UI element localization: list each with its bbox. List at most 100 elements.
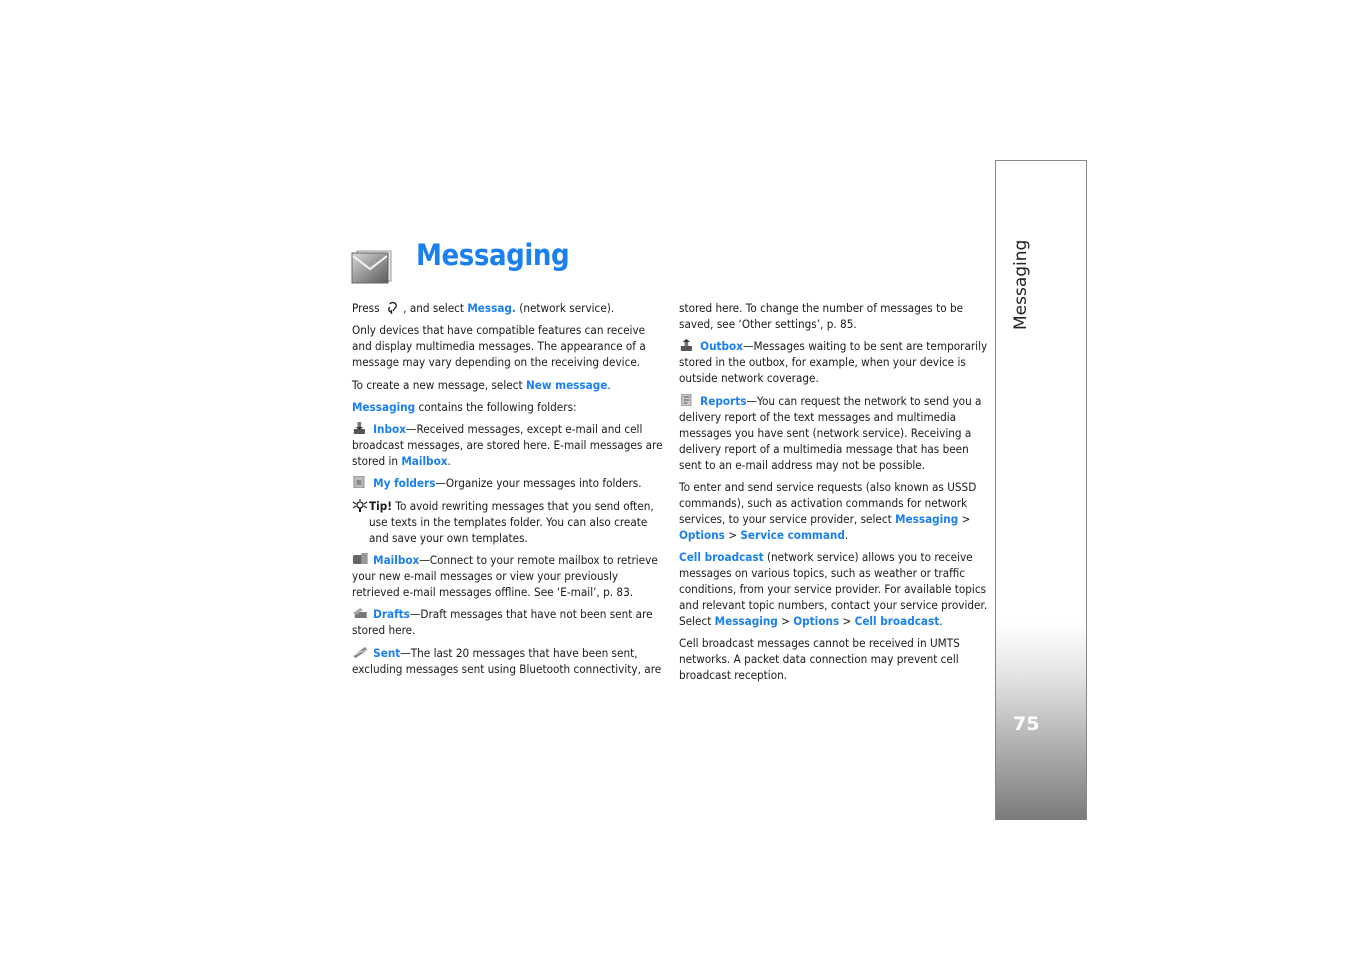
text: To create a new message, select — [352, 377, 523, 392]
press-paragraph: Press , and select Messag. (network serv… — [352, 300, 682, 316]
chapter-label: Messaging — [1011, 239, 1031, 330]
link-messaging-service[interactable]: Messaging — [895, 512, 958, 526]
text: stored in — [352, 454, 399, 469]
menu-key-icon — [387, 301, 397, 314]
chapter-side-tab — [995, 160, 1087, 820]
link-my-folders[interactable]: My folders — [373, 476, 435, 490]
link-reports[interactable]: Reports — [700, 394, 746, 408]
create-paragraph: To create a new message, select New mess… — [352, 377, 682, 393]
text: (network service). — [519, 301, 615, 315]
text: —The last 20 messages that have been sen… — [400, 645, 638, 660]
separator: > — [842, 614, 852, 629]
tip-lightbulb-icon — [352, 498, 368, 512]
text: To avoid rewriting messages that you sen… — [395, 498, 654, 513]
text-line: delivery report of the text messages and… — [679, 409, 957, 424]
text-line: and relevant topic numbers, contact your… — [679, 598, 988, 613]
reports-paragraph: Reports—You can request the network to s… — [679, 393, 1009, 473]
envelope-icon — [351, 250, 392, 284]
separator: > — [728, 527, 738, 542]
text-line: excluding messages sent using Bluetooth … — [352, 661, 662, 676]
inbox-paragraph: Inbox—Received messages, except e-mail a… — [352, 421, 682, 469]
my-folders-paragraph: My folders—Organize your messages into f… — [352, 475, 682, 491]
text: (network service) allows you to receive — [766, 550, 973, 565]
intro-paragraph: Only devices that have compatible featur… — [352, 322, 682, 370]
text-line: networks. A packet data connection may p… — [679, 652, 959, 667]
inbox-icon — [353, 422, 365, 435]
text-line: To enter and send service requests (also… — [679, 479, 977, 494]
service-paragraph: To enter and send service requests (also… — [679, 479, 1009, 543]
text-line: message may vary depending on the receiv… — [352, 355, 641, 370]
folder-icon — [353, 476, 365, 489]
text-line: Only devices that have compatible featur… — [352, 323, 646, 338]
separator: > — [781, 614, 790, 629]
sent-paragraph: Sent—The last 20 messages that have been… — [352, 645, 682, 677]
text-line: sent to an e-mail address may not be pos… — [679, 457, 926, 472]
reports-icon — [681, 393, 692, 406]
text-line: and save your own templates. — [369, 530, 528, 545]
link-messaging[interactable]: Messaging — [352, 400, 415, 414]
text: Select — [679, 614, 712, 629]
link-cell-broadcast[interactable]: Cell broadcast — [679, 550, 764, 564]
separator: > — [961, 511, 971, 526]
text-line: use texts in the templates folder. You c… — [369, 514, 648, 529]
link-new-message[interactable]: New message — [526, 378, 607, 392]
tip-paragraph: Tip! To avoid rewriting messages that yo… — [352, 498, 682, 546]
text: —Connect to your remote mailbox to retri… — [419, 553, 658, 568]
link-inbox[interactable]: Inbox — [373, 422, 406, 436]
text-line: stored in the outbox, for example, when … — [679, 355, 966, 370]
link-outbox[interactable]: Outbox — [700, 339, 743, 353]
text-line: messages on various topics, such as weat… — [679, 566, 966, 581]
mailbox-icon — [352, 553, 368, 565]
text: —Draft messages that have not been sent … — [409, 607, 653, 622]
text: . — [939, 614, 943, 629]
text: contains the following folders: — [418, 399, 577, 414]
text-line: conditions, from your service provider. … — [679, 582, 987, 597]
link-options-cb[interactable]: Options — [793, 614, 839, 628]
sent-continued-paragraph: stored here. To change the number of mes… — [679, 300, 1009, 332]
text: . — [844, 527, 849, 542]
drafts-paragraph: Drafts—Draft messages that have not been… — [352, 606, 682, 638]
text-line: broadcast reception. — [679, 668, 788, 683]
text-line: stored here. To change the number of mes… — [679, 301, 964, 315]
text: services, to your service provider, sele… — [679, 511, 892, 526]
link-mailbox[interactable]: Mailbox — [401, 454, 447, 468]
outbox-paragraph: Outbox—Messages waiting to be sent are t… — [679, 338, 1009, 386]
link-service-command[interactable]: Service command — [740, 528, 845, 542]
outbox-icon — [680, 339, 692, 352]
text: . — [447, 454, 451, 469]
link-messaging-cb[interactable]: Messaging — [715, 614, 778, 628]
umts-note-paragraph: Cell broadcast messages cannot be receiv… — [679, 635, 1009, 683]
text-line: delivery report of a multimedia message … — [679, 441, 969, 456]
link-sent[interactable]: Sent — [373, 646, 400, 660]
right-column: stored here. To change the number of mes… — [679, 300, 1009, 690]
text-line: Cell broadcast messages cannot be receiv… — [679, 636, 960, 651]
text: —Messages waiting to be sent are tempora… — [743, 339, 988, 354]
text: Press — [352, 301, 380, 315]
text: —Received messages, except e-mail and ce… — [405, 422, 643, 437]
contains-paragraph: Messaging contains the following folders… — [352, 399, 682, 415]
text-line: outside network coverage. — [679, 371, 819, 386]
text-line: commands), such as activation commands f… — [679, 495, 968, 510]
tip-label: Tip! — [369, 498, 393, 513]
text-line: messages you have sent (network service)… — [679, 425, 972, 440]
text: . — [607, 377, 611, 392]
text-line: saved, see ‘Other settings’, p. 85. — [679, 317, 857, 331]
link-cell-broadcast-menu[interactable]: Cell broadcast — [855, 614, 940, 628]
text-line: broadcast messages, are stored here. E-m… — [352, 438, 663, 453]
page-title: Messaging — [416, 238, 570, 272]
text-line: your new e-mail messages or view your pr… — [352, 569, 619, 584]
drafts-icon — [352, 608, 367, 619]
sent-icon — [352, 646, 368, 658]
link-drafts[interactable]: Drafts — [373, 607, 410, 621]
page-number: 75 — [1013, 713, 1040, 735]
text: —You can request the network to send you… — [746, 393, 982, 408]
link-messag[interactable]: Messag. — [467, 301, 516, 315]
text: , and select — [403, 301, 465, 315]
left-column: Press , and select Messag. (network serv… — [352, 300, 682, 683]
cell-broadcast-paragraph: Cell broadcast (network service) allows … — [679, 549, 1009, 629]
text-line: stored here. — [352, 623, 416, 638]
link-mailbox-folder[interactable]: Mailbox — [373, 553, 419, 567]
text: —Organize your messages into folders. — [435, 476, 642, 491]
link-options-service[interactable]: Options — [679, 528, 725, 542]
mailbox-paragraph: Mailbox—Connect to your remote mailbox t… — [352, 552, 682, 600]
